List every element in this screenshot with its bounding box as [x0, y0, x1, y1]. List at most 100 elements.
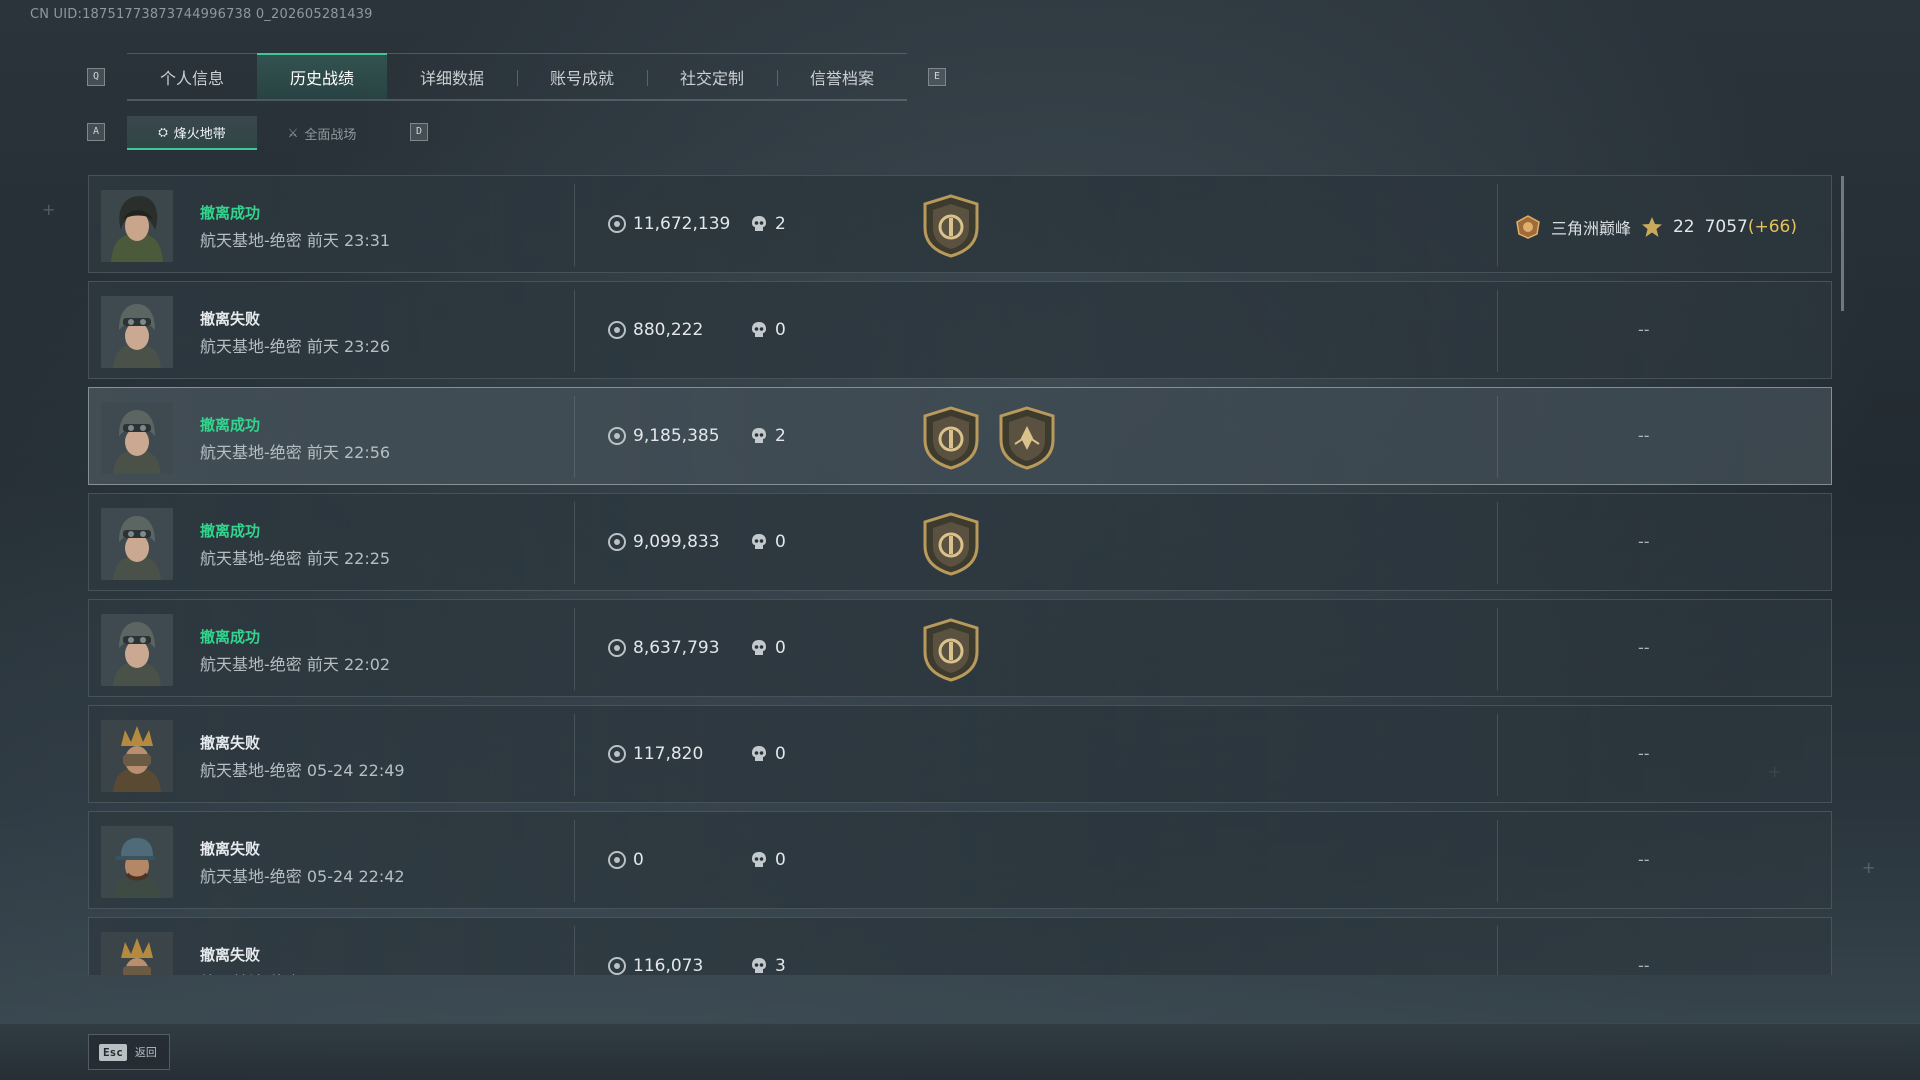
loot-value-text: 0	[633, 850, 644, 870]
rank-empty: --	[1638, 850, 1650, 869]
loot-value: 880,222	[608, 320, 703, 340]
tab-match-history[interactable]: 历史战绩	[257, 53, 387, 99]
loot-value: 8,637,793	[608, 638, 720, 658]
map-and-time: 航天基地-绝密 05-24 22:42	[200, 863, 405, 887]
list-scrollbar[interactable]	[1841, 176, 1844, 311]
rank-empty: --	[1638, 320, 1650, 339]
loot-value-text: 8,637,793	[633, 638, 720, 658]
map-and-time: 航天基地-绝密 前天 22:25	[200, 545, 390, 569]
loot-value: 9,099,833	[608, 532, 720, 552]
back-button[interactable]: Esc 返回	[88, 1034, 170, 1070]
kill-count-text: 0	[775, 638, 786, 658]
skull-kill-icon	[752, 534, 766, 549]
coin-icon	[608, 427, 626, 445]
kill-count-text: 2	[775, 426, 786, 446]
rank-empty: --	[1638, 744, 1650, 763]
loot-value-text: 117,820	[633, 744, 704, 764]
player-uid: CN UID:18751773873744996738 0_2026052814…	[30, 7, 373, 22]
match-record-row[interactable]: 撤离失败航天基地-绝密 05-24 22:38 116,073 3 --	[88, 917, 1832, 975]
kill-count-text: 0	[775, 744, 786, 764]
column-divider	[1497, 714, 1498, 796]
tab-reputation[interactable]: 信誉档案	[777, 54, 907, 99]
operator-avatar	[101, 402, 173, 474]
tab-social-custom[interactable]: 社交定制	[647, 54, 777, 99]
next-tab-key-hint[interactable]: E	[928, 68, 946, 86]
next-subtab-key-hint[interactable]: D	[410, 123, 428, 141]
loot-value-text: 880,222	[633, 320, 704, 340]
achievement-badge-icon	[923, 194, 979, 258]
rank-score: 7057	[1704, 217, 1748, 237]
rank-tier: 三角洲巅峰	[1550, 219, 1631, 238]
match-time: 前天 23:31	[306, 231, 391, 250]
kill-count-text: 0	[775, 850, 786, 870]
subtab-fire-zone[interactable]: ⛭ 烽火地带	[127, 116, 257, 150]
tab-achievements[interactable]: 账号成就	[517, 54, 647, 99]
column-divider	[574, 502, 575, 584]
skull-kill-icon	[752, 640, 766, 655]
column-divider	[574, 926, 575, 975]
loot-value-text: 9,185,385	[633, 426, 720, 446]
achievement-badge-icon	[923, 618, 979, 682]
map-name: 航天基地-绝密	[200, 867, 302, 886]
operator-avatar	[101, 720, 173, 792]
prev-tab-key-hint[interactable]: Q	[87, 68, 105, 86]
extraction-status: 撤离失败	[200, 840, 261, 858]
match-time: 前天 23:26	[306, 337, 391, 356]
kill-count-text: 0	[775, 532, 786, 552]
extraction-status: 撤离失败	[200, 946, 261, 964]
extraction-status: 撤离成功	[200, 204, 261, 222]
column-divider	[1497, 608, 1498, 690]
skull-kill-icon	[752, 428, 766, 443]
loot-value-text: 11,672,139	[633, 214, 731, 234]
match-record-row[interactable]: 撤离失败 航天基地-绝密 前天 23:26 880,222 0 --	[88, 281, 1832, 379]
kill-count: 0	[751, 638, 786, 658]
column-divider	[1497, 184, 1498, 266]
map-name: 航天基地-绝密	[200, 549, 302, 568]
match-record-row[interactable]: 撤离失败航天基地-绝密 05-24 22:42 0 0 --	[88, 811, 1832, 909]
achievement-badge-icon	[923, 406, 979, 470]
map-and-time: 航天基地-绝密 前天 23:31	[200, 227, 390, 251]
column-divider	[1497, 502, 1498, 584]
match-record-row[interactable]: 撤离成功 航天基地-绝密 前天 22:02 8,637,793 0 --	[88, 599, 1832, 697]
match-record-row[interactable]: 撤离失败航天基地-绝密 05-24 22:49 117,820 0 --	[88, 705, 1832, 803]
match-record-row[interactable]: 撤离成功 航天基地-绝密 前天 22:25 9,099,833 0 --	[88, 493, 1832, 591]
loot-value: 9,185,385	[608, 426, 720, 446]
rank-emblem-icon	[1516, 215, 1540, 239]
subtab-battlefield[interactable]: ⚔ 全面战场	[257, 116, 387, 150]
extraction-status: 撤离成功	[200, 416, 261, 434]
badge-group	[921, 406, 1057, 470]
map-and-time: 航天基地-绝密 05-24 22:49	[200, 757, 405, 781]
match-record-row[interactable]: 撤离成功 航天基地-绝密 前天 22:56 9,185,385 2 --	[88, 387, 1832, 485]
back-label: 返回	[134, 1046, 157, 1059]
map-and-time: 航天基地-绝密 前天 23:26	[200, 333, 390, 357]
coin-icon	[608, 851, 626, 869]
kill-count: 2	[751, 426, 786, 446]
main-tabs: 个人信息 历史战绩 详细数据 账号成就 社交定制 信誉档案	[127, 53, 907, 101]
rank-empty: --	[1638, 532, 1650, 551]
tab-detailed-data[interactable]: 详细数据	[387, 54, 517, 99]
loot-value-text: 116,073	[633, 956, 704, 975]
prev-subtab-key-hint[interactable]: A	[87, 123, 105, 141]
operator-avatar	[101, 508, 173, 580]
mode-subtabs: ⛭ 烽火地带 ⚔ 全面战场	[127, 116, 387, 150]
rank-stars: 22	[1672, 217, 1695, 237]
match-record-row[interactable]: 撤离成功航天基地-绝密 前天 23:31 11,672,139 2 三角洲巅峰 22 70…	[88, 175, 1832, 273]
tab-personal-info[interactable]: 个人信息	[127, 54, 257, 99]
map-name: 航天基地-绝密	[200, 973, 302, 975]
column-divider	[1497, 820, 1498, 902]
loot-value: 116,073	[608, 956, 703, 975]
extraction-status: 撤离失败	[200, 734, 261, 752]
bottom-bar	[0, 1023, 1920, 1080]
column-divider	[574, 608, 575, 690]
achievement-badge-icon	[999, 406, 1055, 470]
loot-value: 117,820	[608, 744, 703, 764]
match-time: 前天 22:02	[306, 655, 391, 674]
coin-icon	[608, 533, 626, 551]
kill-count: 2	[751, 214, 786, 234]
rank-empty: --	[1638, 426, 1650, 445]
operator-avatar	[101, 296, 173, 368]
column-divider	[574, 820, 575, 902]
map-name: 航天基地-绝密	[200, 337, 302, 356]
kill-count-text: 3	[775, 956, 786, 975]
match-time: 前天 22:56	[306, 443, 391, 462]
